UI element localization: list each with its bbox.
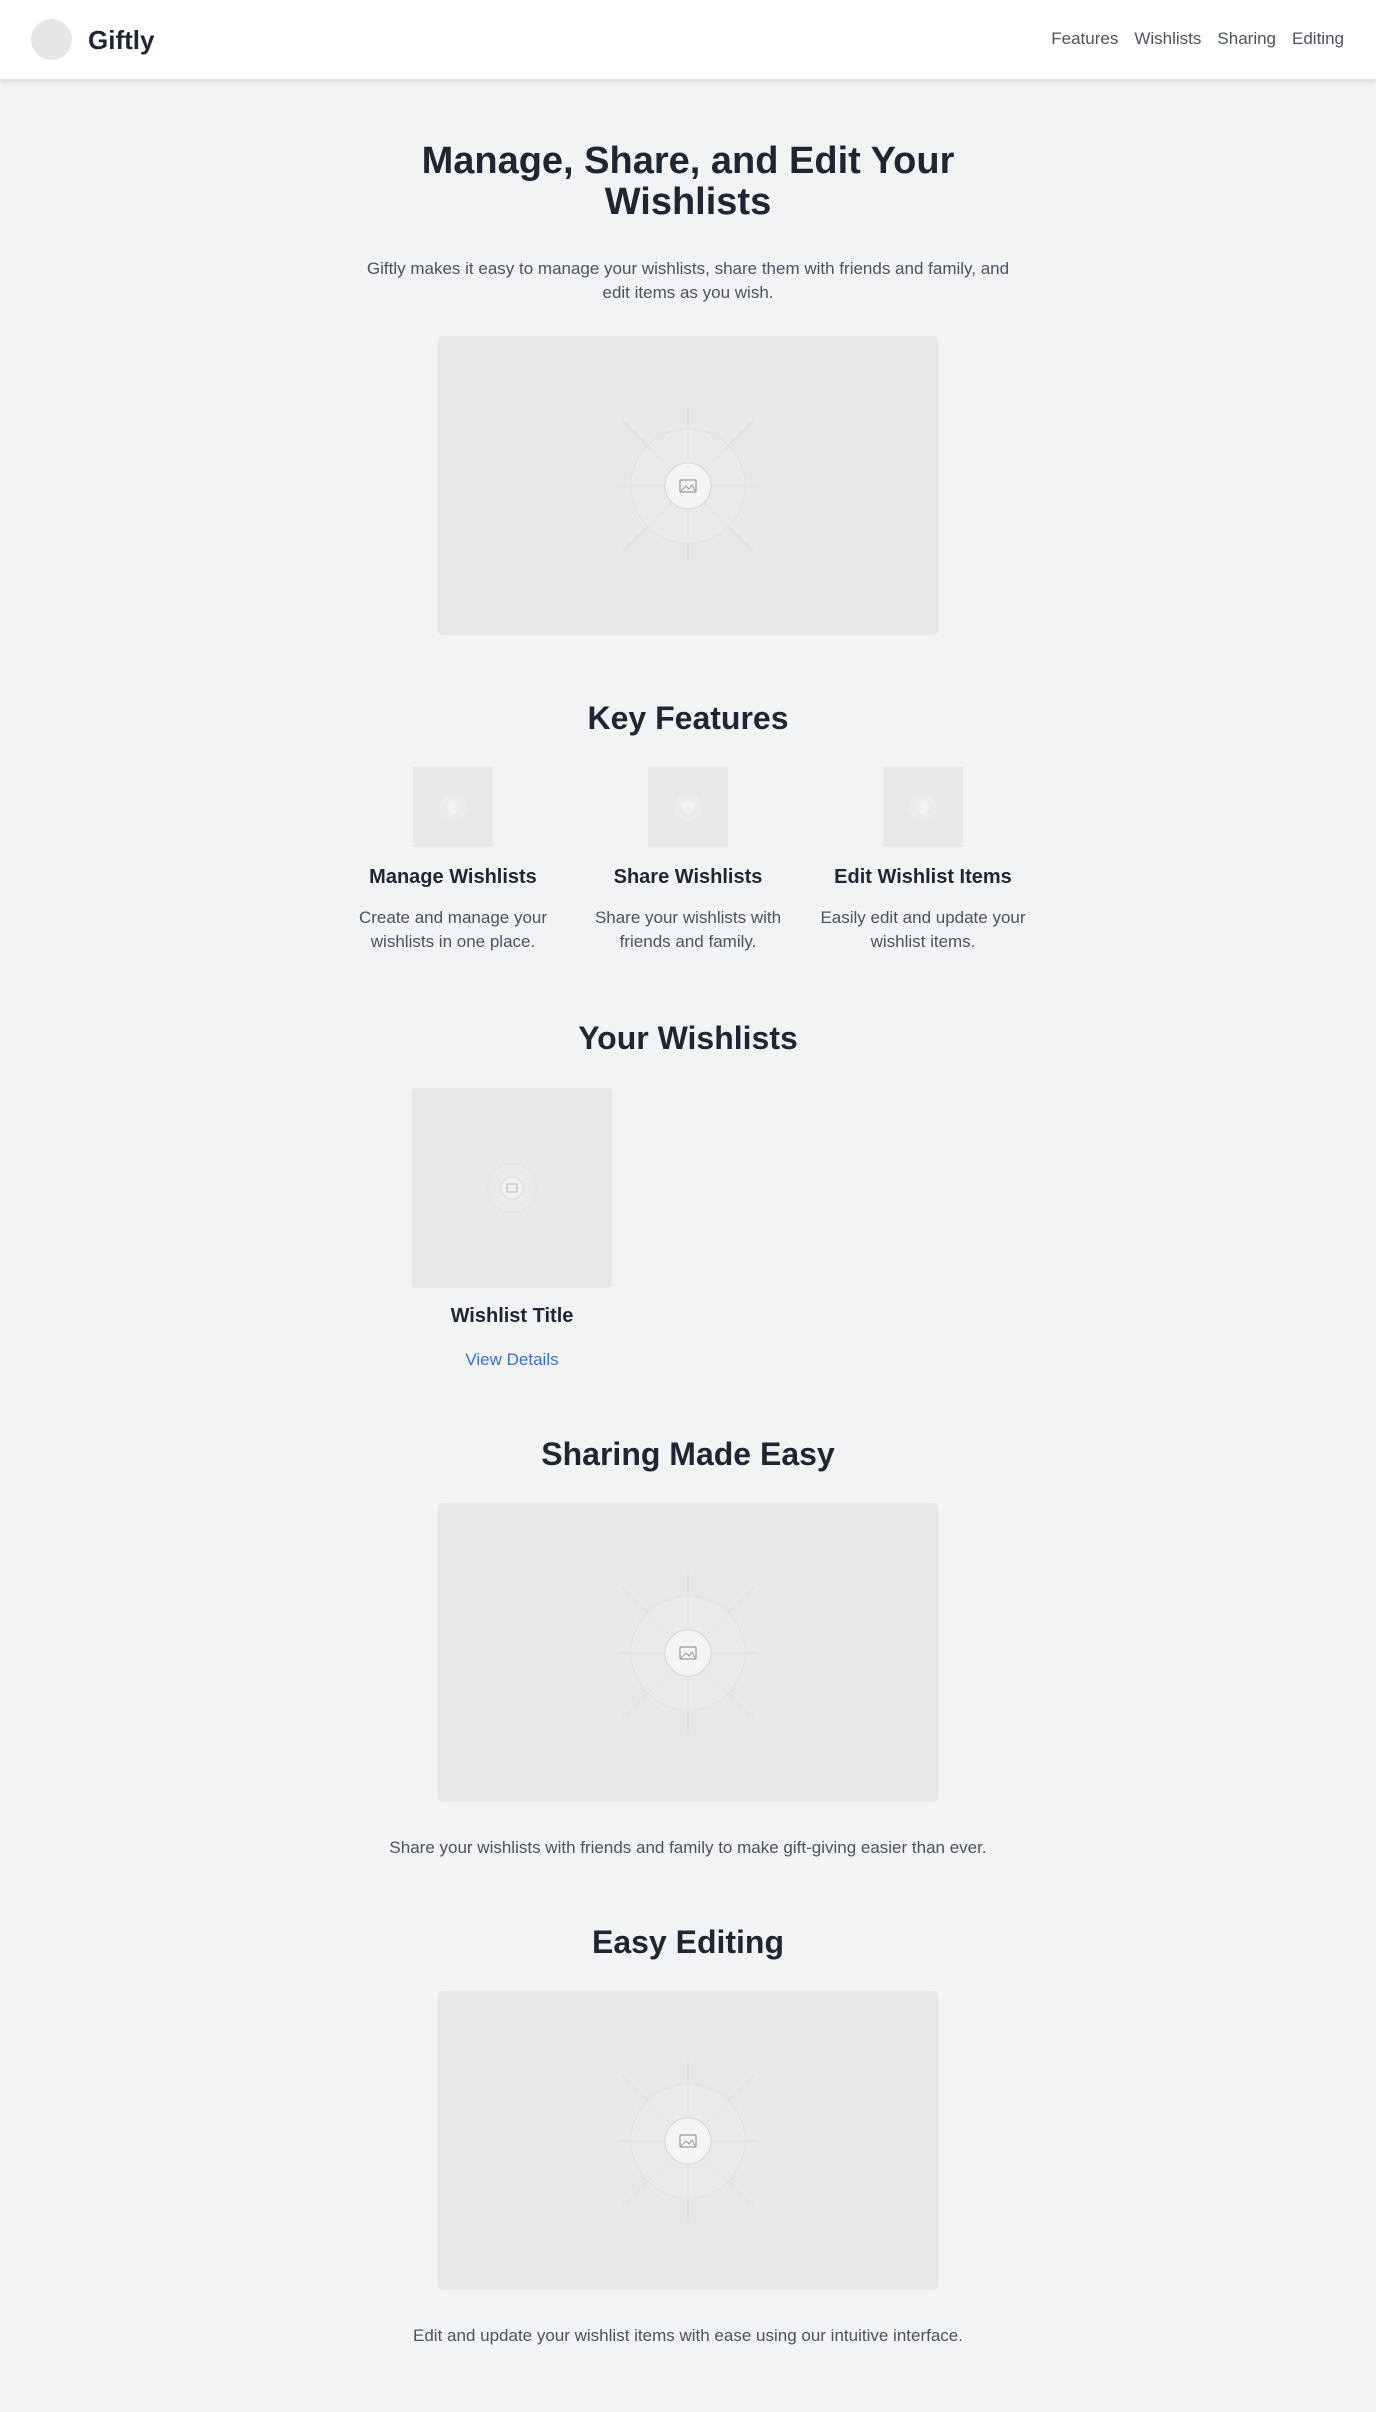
hero-subtitle: Giftly makes it easy to manage your wish… — [366, 259, 1010, 302]
image-placeholder-icon — [618, 1573, 758, 1733]
feature-share: Share Wishlists Share your wishlists wit… — [583, 866, 793, 954]
editing-description: Edit and update your wishlist items with… — [413, 2326, 963, 2345]
image-placeholder-icon — [674, 793, 702, 821]
sharing-image-placeholder — [438, 1503, 938, 1802]
nav-link-wishlists[interactable]: Wishlists — [1134, 29, 1201, 49]
feature-manage: Manage Wishlists Create and manage your … — [348, 866, 558, 954]
share-feature-image-placeholder — [648, 767, 728, 847]
hero-title: Manage, Share, and Edit Your Wishlists — [421, 140, 955, 223]
nav-link-editing[interactable]: Editing — [1292, 29, 1344, 49]
nav-link-features[interactable]: Features — [1051, 29, 1118, 49]
image-placeholder-icon — [487, 1163, 537, 1213]
sharing-section-title: Sharing Made Easy — [541, 1436, 835, 1472]
main-nav: Features Wishlists Sharing Editing — [1051, 29, 1344, 49]
brand-name[interactable]: Giftly — [88, 25, 154, 56]
features-section-title: Key Features — [587, 700, 789, 736]
wishlists-section-title: Your Wishlists — [578, 1020, 798, 1056]
feature-title: Share Wishlists — [613, 866, 763, 888]
manage-feature-image-placeholder — [413, 767, 493, 847]
nav-link-sharing[interactable]: Sharing — [1217, 29, 1276, 49]
feature-description: Create and manage your wishlists in one … — [358, 908, 548, 951]
feature-description: Easily edit and update your wishlist ite… — [820, 908, 1026, 951]
feature-description: Share your wishlists with friends and fa… — [594, 908, 782, 951]
sharing-description: Share your wishlists with friends and fa… — [389, 1838, 987, 1857]
feature-title: Edit Wishlist Items — [834, 866, 1012, 888]
image-placeholder-icon — [618, 2061, 758, 2221]
edit-feature-image-placeholder — [883, 767, 963, 847]
image-placeholder-icon — [618, 406, 758, 566]
wishlist-card-image-placeholder[interactable] — [412, 1088, 612, 1288]
logo-icon[interactable] — [31, 19, 72, 60]
editing-image-placeholder — [438, 1991, 938, 2290]
view-details-link[interactable]: View Details — [412, 1350, 612, 1370]
site-header: Giftly Features Wishlists Sharing Editin… — [0, 0, 1376, 79]
wishlist-card-title: Wishlist Title — [450, 1305, 574, 1327]
editing-section-title: Easy Editing — [591, 1924, 785, 1960]
feature-edit: Edit Wishlist Items Easily edit and upda… — [818, 866, 1028, 954]
feature-title: Manage Wishlists — [369, 866, 537, 888]
image-placeholder-icon — [439, 793, 467, 821]
image-placeholder-icon — [909, 793, 937, 821]
hero-image-placeholder — [438, 336, 938, 635]
